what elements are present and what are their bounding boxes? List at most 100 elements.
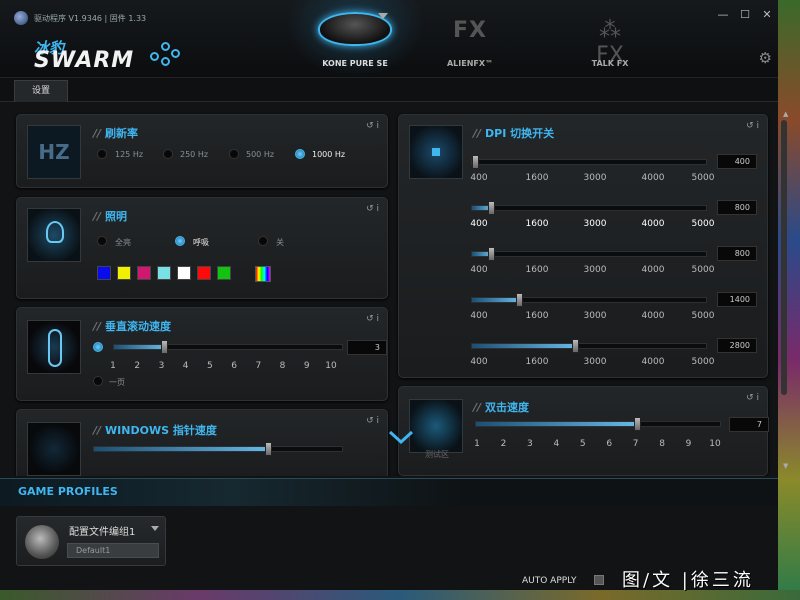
radio-lines[interactable] xyxy=(93,342,103,352)
tab-alienfx[interactable]: FX ALIENFX™ xyxy=(420,0,520,78)
dpi-level-value[interactable]: 400 xyxy=(717,154,757,169)
tick-label: 9 xyxy=(685,439,692,449)
panel-tools: ↺ i xyxy=(366,314,379,324)
dpi-level-slider[interactable] xyxy=(471,201,707,215)
header-bar: 驱动程序 V1.9346 | 固件 1.33 冰豹 SWARM KONE PUR… xyxy=(0,0,778,78)
info-icon[interactable]: i xyxy=(376,121,379,131)
radio-label: 全亮 xyxy=(115,238,131,247)
app-icon xyxy=(14,11,28,25)
tab-talkfx[interactable]: ⁂ FX TALK FX xyxy=(555,0,665,78)
dpi-level-value[interactable]: 800 xyxy=(717,200,757,215)
lighting-title: //照明 xyxy=(93,210,128,223)
scroll-speed-panel: //垂直滚动速度 ↺ i 3 1 2 3 4 5 6 7 8 9 10 一页 xyxy=(16,307,388,401)
double-click-value[interactable]: 7 xyxy=(729,417,769,432)
slider-thumb[interactable] xyxy=(488,247,495,261)
dpi-level-slider[interactable] xyxy=(471,293,707,307)
radio-label: 呼吸 xyxy=(193,238,209,247)
info-icon[interactable]: i xyxy=(376,204,379,214)
double-click-title-text: 双击速度 xyxy=(485,401,530,414)
panel-tools: ↺ i xyxy=(746,393,759,403)
tick-label: 3 xyxy=(158,361,165,371)
color-swatch[interactable] xyxy=(97,266,111,280)
radio-breathing[interactable] xyxy=(175,236,185,246)
color-swatch[interactable] xyxy=(157,266,171,280)
dpi-level-slider[interactable] xyxy=(471,155,707,169)
slider-thumb[interactable] xyxy=(634,417,641,431)
slider-thumb[interactable] xyxy=(488,201,495,215)
reset-icon[interactable]: ↺ xyxy=(366,121,374,131)
tick-label: 4000 xyxy=(641,173,665,183)
tick-label: 8 xyxy=(279,361,286,371)
slider-thumb[interactable] xyxy=(572,339,579,353)
tick-label: 6 xyxy=(606,439,613,449)
dpi-level-value[interactable]: 2800 xyxy=(717,338,757,353)
scrollbar-thumb[interactable] xyxy=(781,120,787,395)
color-swatch[interactable] xyxy=(217,266,231,280)
reset-icon[interactable]: ↺ xyxy=(366,416,374,426)
slider-thumb[interactable] xyxy=(265,442,272,456)
slider-fill xyxy=(472,298,519,302)
info-icon[interactable]: i xyxy=(376,416,379,426)
polling-rate-title: //刷新率 xyxy=(93,127,139,140)
dpi-level-value[interactable]: 1400 xyxy=(717,292,757,307)
custom-color-button[interactable] xyxy=(255,266,271,282)
double-click-test-area[interactable]: 测试区 xyxy=(409,399,463,459)
radio-125hz[interactable] xyxy=(97,149,107,159)
tick-label: 400 xyxy=(470,173,488,183)
double-click-slider[interactable] xyxy=(475,417,721,431)
reset-icon[interactable]: ↺ xyxy=(746,393,754,403)
scroll-speed-value[interactable]: 3 xyxy=(347,340,387,355)
reset-icon[interactable]: ↺ xyxy=(366,314,374,324)
reset-icon[interactable]: ↺ xyxy=(366,204,374,214)
dpi-ticks: 400 1600 3000 4000 5000 xyxy=(470,173,714,185)
slider-fill xyxy=(114,345,164,349)
tick-label: 3000 xyxy=(583,173,607,183)
slider-thumb[interactable] xyxy=(516,293,523,307)
profile-default-field[interactable]: Default1 xyxy=(67,543,159,558)
color-swatch[interactable] xyxy=(197,266,211,280)
expand-chevron-icon[interactable] xyxy=(388,430,414,444)
dpi-ticks: 400 1600 3000 4000 5000 xyxy=(470,265,714,277)
color-swatch[interactable] xyxy=(177,266,191,280)
dpi-level-slider[interactable] xyxy=(471,247,707,261)
chevron-down-icon[interactable] xyxy=(151,526,159,531)
tick-label: 5000 xyxy=(691,265,715,275)
tab-settings[interactable]: 设置 xyxy=(14,80,68,102)
device-dropdown-icon[interactable] xyxy=(378,13,388,19)
slider-fill xyxy=(472,344,575,348)
radio-off[interactable] xyxy=(258,236,268,246)
tick-label: 5000 xyxy=(691,173,715,183)
radio-full-on[interactable] xyxy=(97,236,107,246)
maximize-button[interactable]: ☐ xyxy=(734,6,756,24)
color-swatch[interactable] xyxy=(137,266,151,280)
gear-icon[interactable]: ⚙ xyxy=(759,49,772,67)
scroll-down-icon[interactable]: ▼ xyxy=(783,462,788,470)
windows-speed-slider[interactable] xyxy=(93,442,343,456)
close-button[interactable]: ✕ xyxy=(756,6,778,24)
scroll-up-icon[interactable]: ▲ xyxy=(783,110,788,118)
slider-thumb[interactable] xyxy=(161,340,168,354)
color-swatch[interactable] xyxy=(117,266,131,280)
scroll-speed-slider[interactable] xyxy=(113,340,343,354)
minimize-button[interactable]: — xyxy=(712,6,734,24)
radio-500hz[interactable] xyxy=(229,149,239,159)
dpi-level-slider[interactable] xyxy=(471,339,707,353)
tab-kone-pure-se[interactable]: KONE PURE SE xyxy=(285,0,425,78)
lighting-title-text: 照明 xyxy=(105,210,128,223)
slider-fill xyxy=(476,422,637,426)
tick-label: 2 xyxy=(134,361,141,371)
tick-label: 8 xyxy=(659,439,665,449)
radio-1000hz[interactable] xyxy=(295,149,305,159)
avatar xyxy=(25,525,59,559)
info-icon[interactable]: i xyxy=(376,314,379,324)
radio-page[interactable] xyxy=(93,376,103,386)
radio-label: 250 Hz xyxy=(180,150,209,159)
slider-thumb[interactable] xyxy=(472,155,479,169)
auto-apply-checkbox[interactable] xyxy=(594,575,604,585)
polling-rate-image: HZ xyxy=(27,125,81,179)
double-click-title: //双击速度 xyxy=(473,401,530,414)
info-icon[interactable]: i xyxy=(756,393,759,403)
profile-card[interactable]: 配置文件编组1 Default1 xyxy=(16,516,166,566)
dpi-level-value[interactable]: 800 xyxy=(717,246,757,261)
radio-250hz[interactable] xyxy=(163,149,173,159)
